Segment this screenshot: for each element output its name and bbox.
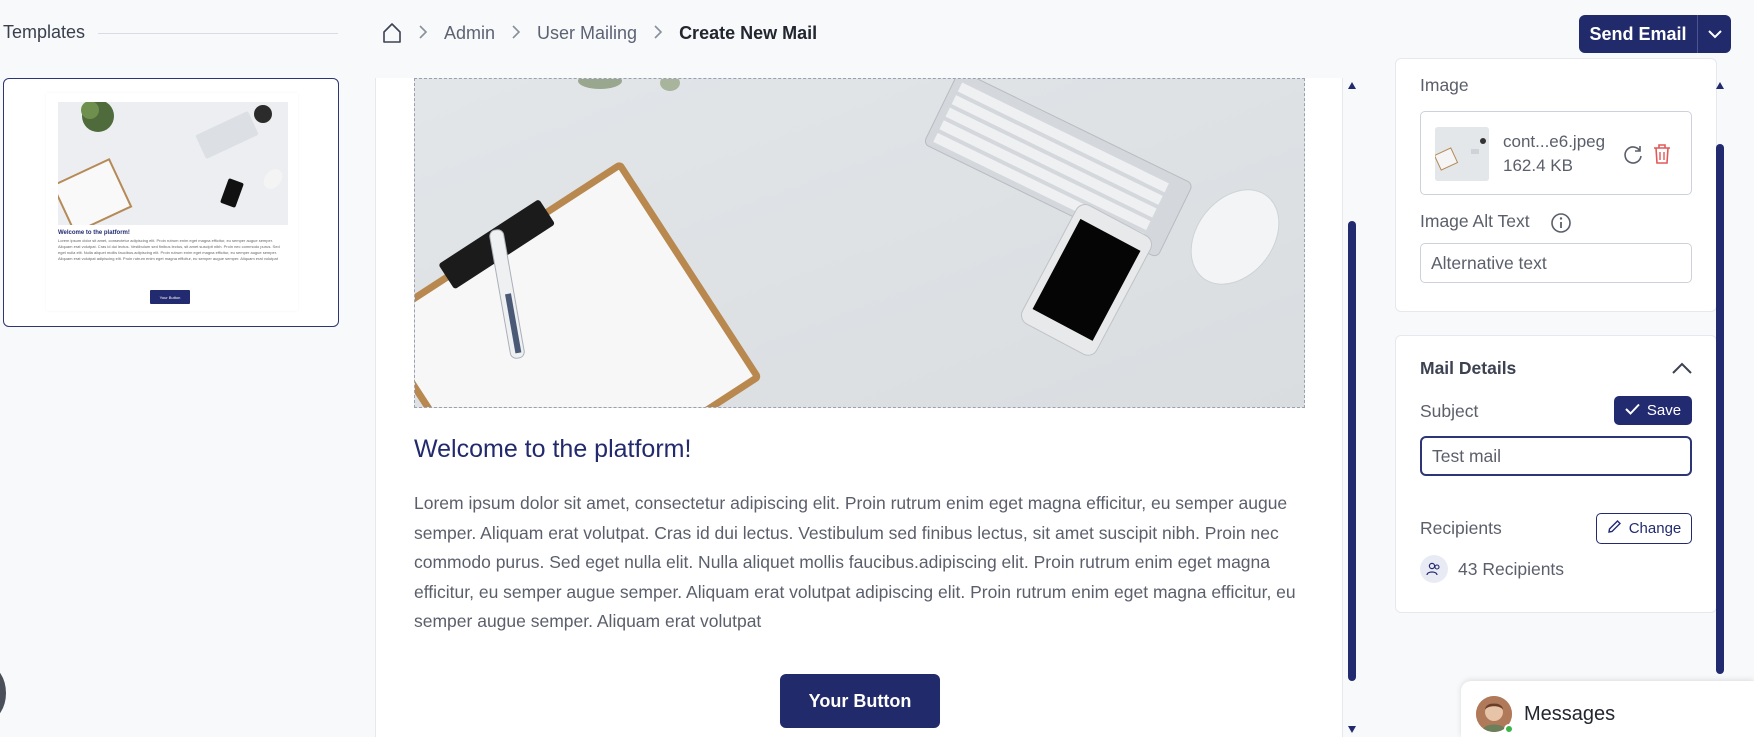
home-icon[interactable] bbox=[382, 22, 402, 44]
send-email-label[interactable]: Send Email bbox=[1579, 24, 1697, 45]
mail-cta-button[interactable]: Your Button bbox=[780, 674, 940, 728]
image-file-size: 162.4 KB bbox=[1503, 156, 1573, 175]
templates-divider bbox=[98, 33, 338, 34]
editor-scrollbar[interactable] bbox=[1346, 78, 1358, 737]
subject-value: Test mail bbox=[1432, 445, 1502, 466]
send-email-button[interactable]: Send Email bbox=[1579, 15, 1731, 53]
editor-scrollbar-thumb[interactable] bbox=[1348, 221, 1356, 681]
scroll-up-icon[interactable] bbox=[1348, 82, 1356, 89]
change-label: Change bbox=[1628, 520, 1682, 537]
change-recipients-button[interactable]: Change bbox=[1596, 513, 1692, 544]
panel-scrollbar-thumb[interactable] bbox=[1716, 144, 1724, 674]
subject-input[interactable]: Test mail bbox=[1420, 436, 1692, 476]
subject-label: Subject bbox=[1420, 401, 1479, 421]
mail-editor: Welcome to the platform! Lorem ipsum dol… bbox=[375, 78, 1343, 737]
mail-details-title: Mail Details bbox=[1420, 358, 1517, 378]
scroll-down-icon[interactable] bbox=[1348, 726, 1356, 733]
chevron-right-icon bbox=[511, 24, 521, 42]
check-icon bbox=[1625, 402, 1640, 419]
chevron-up-icon[interactable] bbox=[1670, 356, 1694, 380]
users-icon bbox=[1420, 555, 1448, 583]
info-icon[interactable] bbox=[1549, 211, 1573, 235]
pencil-icon bbox=[1607, 519, 1622, 538]
panel-scrollbar[interactable] bbox=[1714, 78, 1726, 678]
template-thumbnail-button: Your Button bbox=[150, 290, 190, 304]
floating-widget-edge[interactable] bbox=[0, 666, 6, 720]
image-file-box: cont...e6.jpeg 162.4 KB bbox=[1420, 111, 1692, 195]
image-file-thumbnail bbox=[1435, 127, 1489, 181]
save-subject-button[interactable]: Save bbox=[1614, 396, 1692, 425]
online-status-dot bbox=[1504, 724, 1514, 734]
mail-title[interactable]: Welcome to the platform! bbox=[414, 435, 691, 464]
refresh-icon[interactable] bbox=[1621, 142, 1645, 166]
image-label: Image bbox=[1420, 75, 1469, 95]
breadcrumb: Admin User Mailing Create New Mail bbox=[382, 18, 817, 48]
template-thumbnail[interactable]: Welcome to the platform! Lorem ipsum dol… bbox=[46, 93, 298, 311]
template-thumbnail-image bbox=[58, 102, 288, 225]
recipients-label: Recipients bbox=[1420, 518, 1502, 538]
breadcrumb-admin[interactable]: Admin bbox=[444, 23, 495, 44]
template-card[interactable]: Welcome to the platform! Lorem ipsum dol… bbox=[3, 78, 339, 327]
chevron-down-icon[interactable] bbox=[1698, 29, 1731, 39]
template-thumbnail-title: Welcome to the platform! bbox=[58, 230, 130, 236]
image-file-name: cont...e6.jpeg bbox=[1503, 132, 1606, 151]
templates-title: Templates bbox=[3, 22, 86, 42]
template-thumbnail-text: Lorem ipsum dolor sit amet, consectetur … bbox=[58, 238, 280, 261]
image-alt-label: Image Alt Text bbox=[1420, 211, 1530, 231]
image-settings-card: Image cont...e6.jpeg 162.4 KB Image Alt … bbox=[1395, 58, 1717, 312]
hero-image[interactable] bbox=[414, 78, 1305, 408]
image-alt-input[interactable]: Alternative text bbox=[1420, 243, 1692, 283]
image-alt-placeholder: Alternative text bbox=[1431, 252, 1547, 273]
settings-panel: Image cont...e6.jpeg 162.4 KB Image Alt … bbox=[1393, 58, 1717, 737]
chevron-right-icon bbox=[418, 24, 428, 42]
recipients-count[interactable]: 43 Recipients bbox=[1458, 559, 1564, 580]
scroll-up-icon[interactable] bbox=[1716, 82, 1724, 89]
messages-widget[interactable]: Messages bbox=[1461, 681, 1754, 737]
breadcrumb-user-mailing[interactable]: User Mailing bbox=[537, 23, 637, 44]
breadcrumb-current: Create New Mail bbox=[679, 22, 818, 43]
mail-details-card: Mail Details Subject Save Test mail Reci… bbox=[1395, 335, 1717, 613]
mail-body[interactable]: Lorem ipsum dolor sit amet, consectetur … bbox=[414, 489, 1306, 637]
save-label: Save bbox=[1646, 402, 1682, 419]
chevron-right-icon bbox=[653, 24, 663, 42]
messages-label: Messages bbox=[1524, 703, 1616, 725]
trash-icon[interactable] bbox=[1650, 142, 1674, 166]
